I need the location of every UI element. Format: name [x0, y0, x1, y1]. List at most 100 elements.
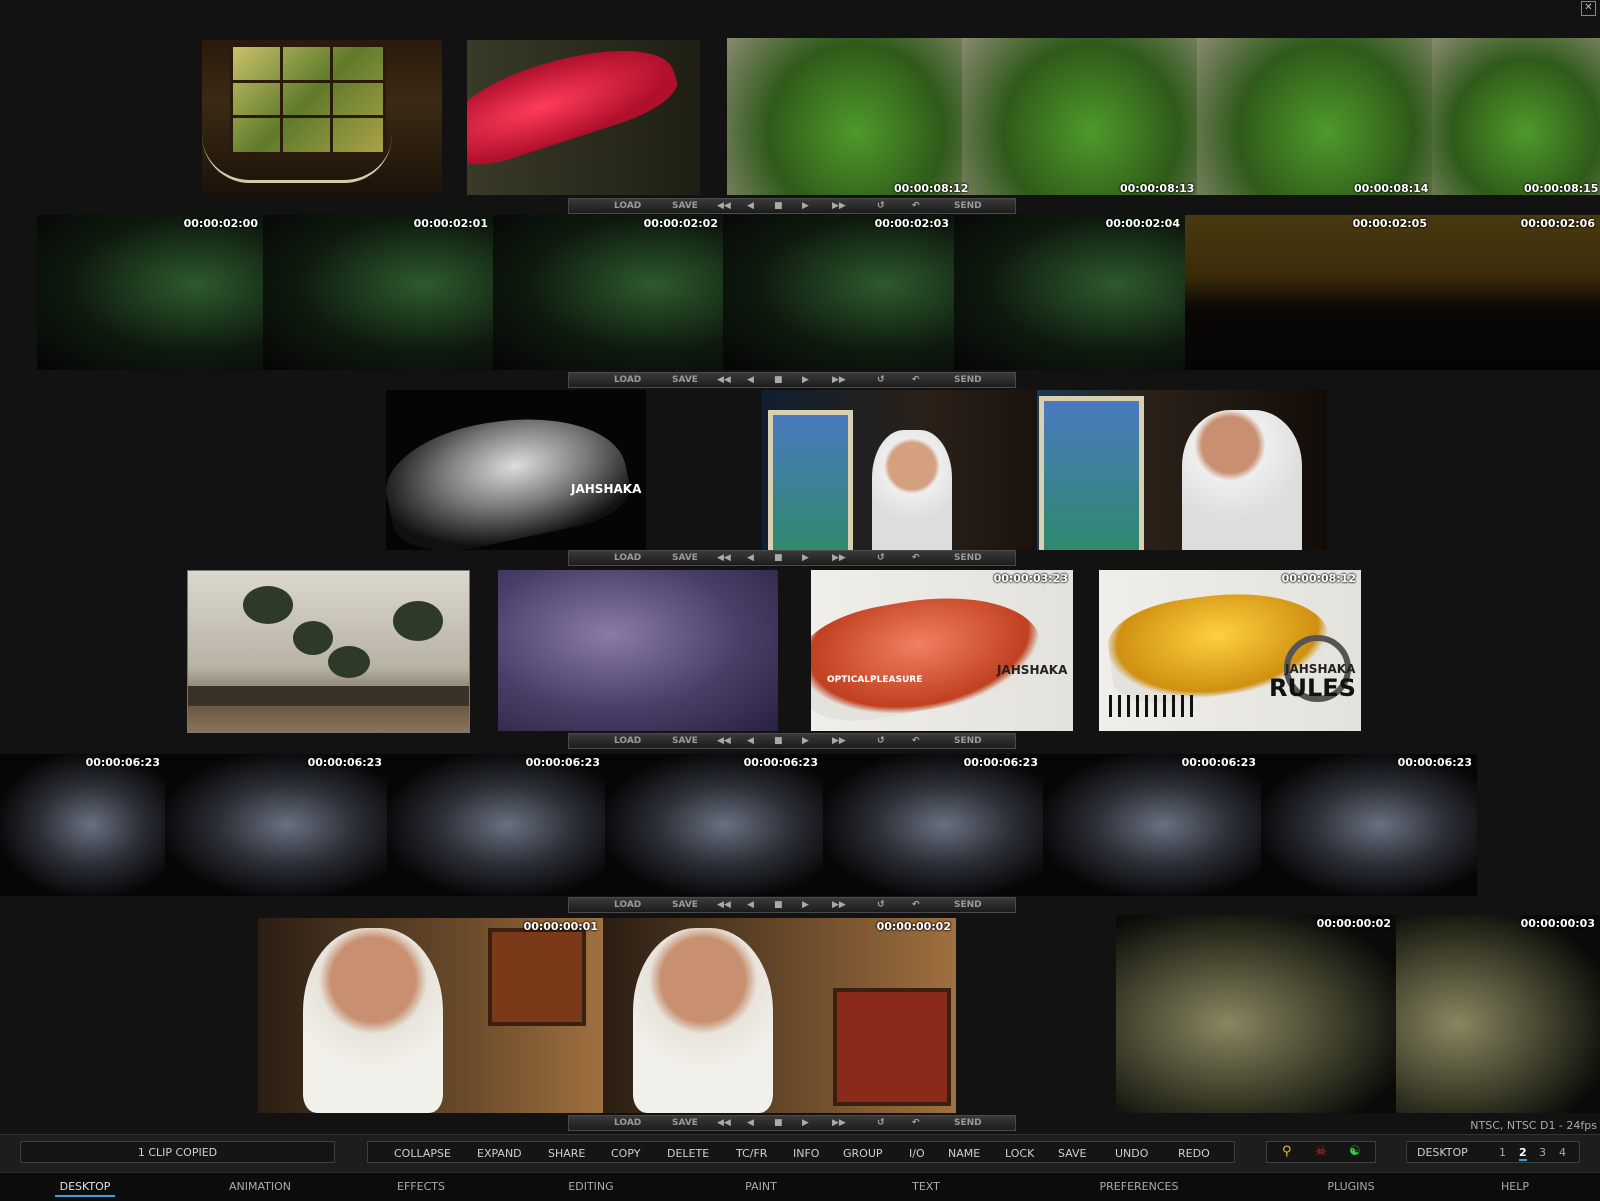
clip-face-closeup-2[interactable]: 00:00:00:03: [1396, 915, 1600, 1113]
stop-icon[interactable]: ■: [774, 900, 783, 910]
play-icon[interactable]: ▶: [802, 201, 809, 211]
loop-icon[interactable]: ↺: [877, 1118, 885, 1128]
fast-forward-icon[interactable]: ▶▶: [832, 736, 846, 746]
loop-icon[interactable]: ↺: [877, 553, 885, 563]
send-button[interactable]: SEND: [954, 375, 982, 385]
step-back-icon[interactable]: ◀: [747, 736, 754, 746]
load-button[interactable]: LOAD: [614, 1118, 641, 1128]
menu-undo[interactable]: UNDO: [1115, 1147, 1148, 1160]
rewind-icon[interactable]: ◀◀: [717, 553, 731, 563]
step-back-icon[interactable]: ◀: [747, 1118, 754, 1128]
clip-yellow-flower-title[interactable]: 00:00:08:12 JAHSHAKA RULES: [1099, 570, 1361, 731]
clip-painter[interactable]: [762, 390, 1037, 550]
clip-palm-trees[interactable]: [187, 570, 470, 733]
tab-help[interactable]: HELP: [1455, 1180, 1575, 1193]
loop-icon[interactable]: ↺: [877, 375, 885, 385]
menu-copy[interactable]: COPY: [611, 1147, 640, 1160]
send-button[interactable]: SEND: [954, 736, 982, 746]
clip-face-closeup-1[interactable]: 00:00:00:02: [1116, 915, 1396, 1113]
desktop-page-2[interactable]: 2: [1519, 1146, 1527, 1161]
save-button[interactable]: SAVE: [672, 553, 698, 563]
send-button[interactable]: SEND: [954, 900, 982, 910]
figure-icon[interactable]: ☠: [1315, 1144, 1327, 1159]
save-button[interactable]: SAVE: [672, 1118, 698, 1128]
clip-orange-flower-title[interactable]: 00:00:03:23 OPTICALPLEASURE JAHSHAKA: [811, 570, 1073, 731]
rewind-icon[interactable]: ◀◀: [717, 201, 731, 211]
play-icon[interactable]: ▶: [802, 1118, 809, 1128]
save-button[interactable]: SAVE: [672, 900, 698, 910]
clip-frame[interactable]: 00:00:06:23: [1261, 754, 1477, 896]
clip-frame[interactable]: 00:00:06:23: [0, 754, 165, 896]
play-icon[interactable]: ▶: [802, 736, 809, 746]
load-button[interactable]: LOAD: [614, 900, 641, 910]
fast-forward-icon[interactable]: ▶▶: [832, 201, 846, 211]
menu-tc-fr[interactable]: TC/FR: [736, 1147, 767, 1160]
return-icon[interactable]: ↶: [912, 201, 920, 211]
load-button[interactable]: LOAD: [614, 736, 641, 746]
clip-frame[interactable]: 00:00:02:04: [954, 215, 1186, 370]
rewind-icon[interactable]: ◀◀: [717, 1118, 731, 1128]
fast-forward-icon[interactable]: ▶▶: [832, 1118, 846, 1128]
clip-bearded-man-2[interactable]: 00:00:00:02: [603, 918, 956, 1113]
menu-expand[interactable]: EXPAND: [477, 1147, 522, 1160]
clip-frame[interactable]: 00:00:02:05: [1185, 215, 1433, 370]
menu-info[interactable]: INFO: [793, 1147, 819, 1160]
bike-icon[interactable]: ⚲: [1282, 1144, 1292, 1159]
step-back-icon[interactable]: ◀: [747, 201, 754, 211]
menu-redo[interactable]: REDO: [1178, 1147, 1210, 1160]
tab-desktop[interactable]: DESKTOP: [25, 1180, 145, 1193]
clip-frame[interactable]: 00:00:06:23: [605, 754, 823, 896]
return-icon[interactable]: ↶: [912, 736, 920, 746]
rewind-icon[interactable]: ◀◀: [717, 736, 731, 746]
loop-icon[interactable]: ↺: [877, 900, 885, 910]
clip-bearded-man-1[interactable]: 00:00:00:01: [258, 918, 603, 1113]
menu-share[interactable]: SHARE: [548, 1147, 585, 1160]
clip-leaves-strip[interactable]: 00:00:08:12 00:00:08:13 00:00:08:14 00:0…: [727, 38, 1600, 195]
clip-frame[interactable]: 00:00:06:23: [823, 754, 1043, 896]
send-button[interactable]: SEND: [954, 1118, 982, 1128]
clip-frame[interactable]: 00:00:02:01: [263, 215, 494, 370]
rewind-icon[interactable]: ◀◀: [717, 900, 731, 910]
clip-window-hammock[interactable]: [202, 40, 442, 195]
menu-collapse[interactable]: COLLAPSE: [394, 1147, 451, 1160]
menu-group[interactable]: GROUP: [843, 1147, 883, 1160]
step-back-icon[interactable]: ◀: [747, 900, 754, 910]
send-button[interactable]: SEND: [954, 201, 982, 211]
yin-yang-icon[interactable]: ☯: [1349, 1144, 1361, 1159]
menu-delete[interactable]: DELETE: [667, 1147, 709, 1160]
load-button[interactable]: LOAD: [614, 375, 641, 385]
tab-animation[interactable]: ANIMATION: [200, 1180, 320, 1193]
menu-save[interactable]: SAVE: [1058, 1147, 1086, 1160]
fast-forward-icon[interactable]: ▶▶: [832, 900, 846, 910]
clip-red-flower[interactable]: [467, 40, 700, 195]
stop-icon[interactable]: ■: [774, 201, 783, 211]
clip-frame[interactable]: 00:00:06:23: [165, 754, 387, 896]
clip-frame[interactable]: 00:00:02:06: [1432, 215, 1600, 370]
clip-painter-closeup[interactable]: [1037, 390, 1327, 550]
loop-icon[interactable]: ↺: [877, 201, 885, 211]
return-icon[interactable]: ↶: [912, 375, 920, 385]
stop-icon[interactable]: ■: [774, 553, 783, 563]
tab-text[interactable]: TEXT: [866, 1180, 986, 1193]
fast-forward-icon[interactable]: ▶▶: [832, 553, 846, 563]
rewind-icon[interactable]: ◀◀: [717, 375, 731, 385]
load-button[interactable]: LOAD: [614, 553, 641, 563]
load-button[interactable]: LOAD: [614, 201, 641, 211]
stop-icon[interactable]: ■: [774, 375, 783, 385]
close-window-button[interactable]: ✕: [1581, 1, 1596, 16]
menu-i-o[interactable]: I/O: [909, 1147, 925, 1160]
step-back-icon[interactable]: ◀: [747, 375, 754, 385]
clip-frame[interactable]: 00:00:02:03: [723, 215, 955, 370]
menu-lock[interactable]: LOCK: [1005, 1147, 1034, 1160]
tab-preferences[interactable]: PREFERENCES: [1079, 1180, 1199, 1193]
clip-frame[interactable]: 00:00:06:23: [1043, 754, 1261, 896]
tab-editing[interactable]: EDITING: [531, 1180, 651, 1193]
menu-name[interactable]: NAME: [948, 1147, 980, 1160]
save-button[interactable]: SAVE: [672, 375, 698, 385]
play-icon[interactable]: ▶: [802, 375, 809, 385]
clip-frame[interactable]: 00:00:02:00: [37, 215, 264, 370]
play-icon[interactable]: ▶: [802, 553, 809, 563]
clip-purple-sky[interactable]: [498, 570, 778, 731]
send-button[interactable]: SEND: [954, 553, 982, 563]
desktop-page-3[interactable]: 3: [1539, 1146, 1546, 1159]
